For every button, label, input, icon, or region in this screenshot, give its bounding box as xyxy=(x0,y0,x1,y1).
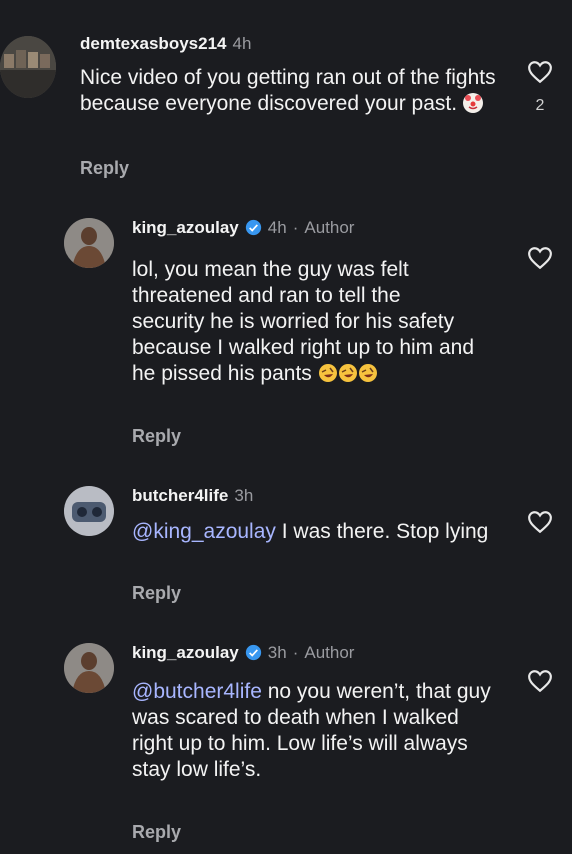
comment-text-container: Nice video of you getting ran out of the… xyxy=(80,65,500,117)
heart-icon[interactable] xyxy=(527,669,553,693)
reply-button[interactable]: Reply xyxy=(132,822,181,843)
comment-time: 4h xyxy=(232,34,252,53)
comment-username[interactable]: king_azoulay xyxy=(132,643,239,662)
heart-icon[interactable] xyxy=(527,510,553,534)
author-tag: Author xyxy=(304,218,355,237)
comment-username[interactable]: demtexasboys214 xyxy=(80,34,226,53)
avatar[interactable] xyxy=(64,218,114,268)
comment-text: lol, you mean the guy was felt threatene… xyxy=(132,258,475,385)
rolling-laughing-icon xyxy=(318,363,338,383)
avatar[interactable] xyxy=(64,486,114,536)
comment-text-container: @butcher4life no you weren’t, that guy w… xyxy=(132,679,492,783)
comment-text-container: @king_azoulay I was there. Stop lying xyxy=(132,519,512,545)
reply-button[interactable]: Reply xyxy=(80,158,129,179)
comment-time: 3h xyxy=(234,486,254,505)
mention-link[interactable]: @butcher4life xyxy=(132,680,262,703)
comment-username[interactable]: butcher4life xyxy=(132,486,228,505)
comment-time: 3h xyxy=(267,643,287,662)
avatar[interactable] xyxy=(0,36,56,98)
rolling-laughing-icon xyxy=(338,363,358,383)
comment-text: Nice video of you getting ran out of the… xyxy=(80,66,496,115)
avatar[interactable] xyxy=(64,643,114,693)
clown-face-icon xyxy=(462,93,483,113)
reply-button[interactable]: Reply xyxy=(132,583,181,604)
like-count: 2 xyxy=(535,97,545,114)
heart-icon[interactable] xyxy=(527,246,553,270)
verified-badge-icon xyxy=(245,644,261,661)
comment-text: I was there. Stop lying xyxy=(275,520,489,543)
separator-dot: · xyxy=(292,218,299,237)
mention-link[interactable]: @king_azoulay xyxy=(132,520,276,543)
heart-icon[interactable] xyxy=(527,60,553,84)
comment-text-container: lol, you mean the guy was felt threatene… xyxy=(132,257,477,387)
verified-badge-icon xyxy=(245,219,261,236)
comment-time: 4h xyxy=(267,218,287,237)
comment-username[interactable]: king_azoulay xyxy=(132,218,239,237)
rolling-laughing-icon xyxy=(358,363,378,383)
author-tag: Author xyxy=(304,643,355,662)
reply-button[interactable]: Reply xyxy=(132,426,181,447)
laughing-emoji-group xyxy=(318,362,378,385)
separator-dot: · xyxy=(292,643,299,662)
